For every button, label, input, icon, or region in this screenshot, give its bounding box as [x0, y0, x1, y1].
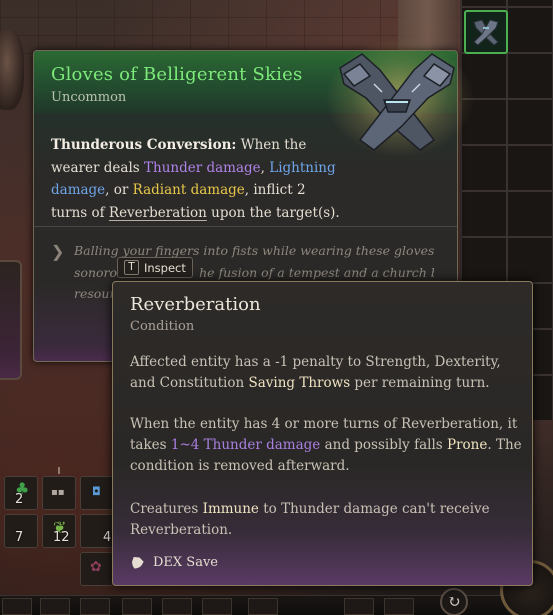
saving-throws-link[interactable]: Saving Throws — [248, 375, 350, 391]
radiant-damage-link[interactable]: Radiant damage — [133, 182, 245, 198]
save-footer: DEX Save — [130, 555, 218, 570]
action-slot[interactable] — [80, 598, 110, 615]
inspect-key: T — [124, 260, 139, 275]
ability-name: Thunderous Conversion: — [51, 137, 237, 153]
slot-count: 4 — [103, 530, 112, 545]
action-slot[interactable] — [384, 598, 414, 615]
hotbar: 2 ♣ ▪▪ ◘ 7 ❦ 12 4 ✿ — [0, 470, 120, 615]
hotbar-slot[interactable]: ▪▪ — [42, 476, 76, 510]
swirl-icon[interactable]: ↻ — [440, 588, 468, 615]
condition-paragraph: Affected entity has a -1 penalty to Stre… — [130, 354, 501, 391]
condition-tooltip: Reverberation Condition Affected entity … — [112, 281, 533, 586]
inspect-label: Inspect — [144, 260, 186, 275]
item-rarity: Uncommon — [51, 90, 127, 105]
hotbar-slot[interactable]: ◘ — [80, 476, 114, 510]
background-figure — [0, 30, 24, 110]
square-icon: ◘ — [92, 485, 101, 498]
hotbar-slot[interactable]: ✿ — [80, 552, 114, 586]
thunder-damage-link[interactable]: Thunder damage — [144, 160, 261, 176]
hotbar-slot[interactable]: 7 — [4, 514, 38, 548]
hotbar-slot[interactable]: 4 — [80, 514, 114, 548]
inspect-button[interactable]: T Inspect — [117, 257, 193, 278]
left-panel-edge — [0, 260, 22, 380]
action-slot[interactable] — [40, 598, 70, 615]
slot-count: 7 — [15, 530, 24, 545]
slot-count: 12 — [53, 530, 70, 545]
action-slot[interactable] — [2, 598, 32, 615]
quill-icon: ❯ — [51, 242, 65, 261]
divider — [34, 226, 457, 227]
immune-link[interactable]: Immune — [203, 501, 259, 517]
item-description: Thunderous Conversion: When the wearer d… — [51, 137, 340, 221]
thunder-damage-link[interactable]: 1~4 Thunder damage — [171, 437, 320, 453]
action-slot[interactable] — [344, 598, 374, 615]
condition-title: Reverberation — [130, 294, 261, 315]
action-slot[interactable] — [122, 598, 152, 615]
condition-subtitle: Condition — [130, 319, 195, 334]
condition-paragraph: When the entity has 4 or more turns of R… — [130, 416, 522, 474]
clover-icon: ♣ — [15, 479, 30, 498]
prone-link[interactable]: Prone — [447, 437, 487, 453]
stack-icon: ▪▪ — [51, 487, 65, 498]
save-label: DEX Save — [153, 555, 218, 570]
potion-icon: ✿ — [90, 559, 102, 575]
hotbar-slot[interactable]: 2 ♣ — [4, 476, 38, 510]
hotbar-slot[interactable]: ❦ 12 — [42, 514, 76, 548]
condition-paragraph: Creatures Immune to Thunder damage can't… — [130, 501, 490, 538]
shield-icon — [132, 556, 144, 568]
action-slot[interactable] — [162, 598, 192, 615]
hotkey-hint: I — [57, 466, 61, 477]
item-name: Gloves of Belligerent Skies — [51, 64, 303, 85]
action-slot[interactable] — [202, 598, 232, 615]
gloves-icon — [339, 53, 455, 151]
reverberation-link[interactable]: Reverberation — [109, 205, 207, 221]
action-slot[interactable] — [248, 598, 278, 615]
